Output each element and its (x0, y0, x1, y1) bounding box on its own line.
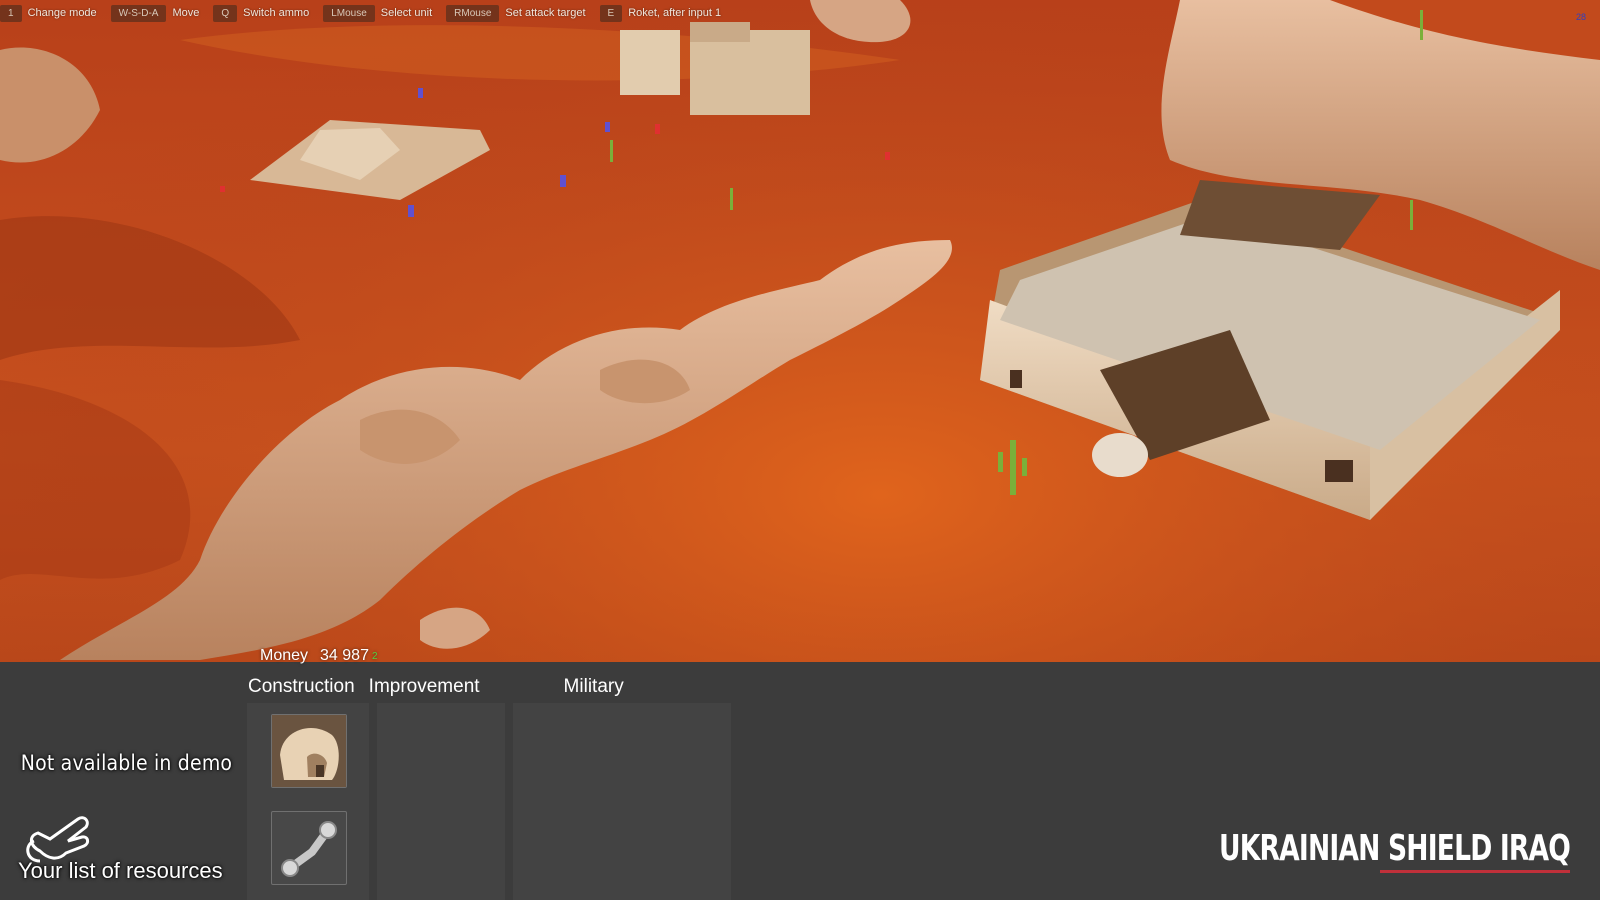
hotkey-label: Select unit (380, 7, 433, 19)
money-display: Money 34 987 2 (260, 647, 378, 665)
military-column (513, 703, 731, 900)
pipe-joint-icon (281, 821, 337, 877)
key-cap: LMouse (323, 4, 375, 22)
hotkey-attack-target: RMouse Set attack target (446, 4, 586, 22)
key-cap: 1 (0, 4, 22, 22)
hotkey-rocket: E Roket, after input 1 (599, 4, 722, 22)
money-delta: 2 (371, 650, 378, 662)
key-cap: E (599, 4, 623, 22)
hotkey-move: W-S-D-A Move (110, 4, 200, 22)
hotkey-select-unit: LMouse Select unit (323, 4, 433, 22)
hotkey-label: Set attack target (505, 7, 586, 19)
improvement-column (377, 703, 505, 900)
build-pipe-button[interactable] (271, 811, 347, 885)
hotkey-label: Change mode (27, 7, 97, 19)
hotkey-label: Roket, after input 1 (628, 7, 722, 19)
logo-underline (1380, 870, 1570, 873)
tab-construction[interactable]: Construction (248, 676, 355, 698)
key-cap: W-S-D-A (110, 4, 167, 22)
minimap[interactable]: Not available in demo Your list of resou… (14, 665, 239, 890)
fps-counter: 28 (1575, 12, 1586, 22)
tab-military[interactable]: Military (564, 676, 624, 698)
game-logo: UKRAINIAN SHIELD IRAQ (1219, 828, 1571, 878)
build-adobe-house-button[interactable] (271, 714, 347, 788)
build-tabs: Construction Improvement Military (248, 676, 638, 698)
hotkey-change-mode: 1 Change mode (0, 4, 97, 22)
tab-improvement[interactable]: Improvement (369, 676, 480, 698)
minimap-unavailable-note: Not available in demo (20, 751, 233, 775)
key-cap: RMouse (446, 4, 500, 22)
hotkey-label: Switch ammo (243, 7, 310, 19)
adobe-house-icon (272, 715, 346, 787)
money-value: 34 987 (320, 647, 369, 664)
logo-text: UKRAINIAN SHIELD IRAQ (1219, 828, 1571, 869)
resources-caption: Your list of resources (18, 858, 223, 883)
hotkey-bar: 1 Change mode W-S-D-A Move Q Switch ammo LM… (0, 0, 735, 26)
key-cap: Q (213, 4, 238, 22)
money-label: Money (260, 647, 309, 664)
hotkey-switch-ammo: Q Switch ammo (213, 4, 310, 22)
hotkey-label: Move (172, 7, 200, 19)
